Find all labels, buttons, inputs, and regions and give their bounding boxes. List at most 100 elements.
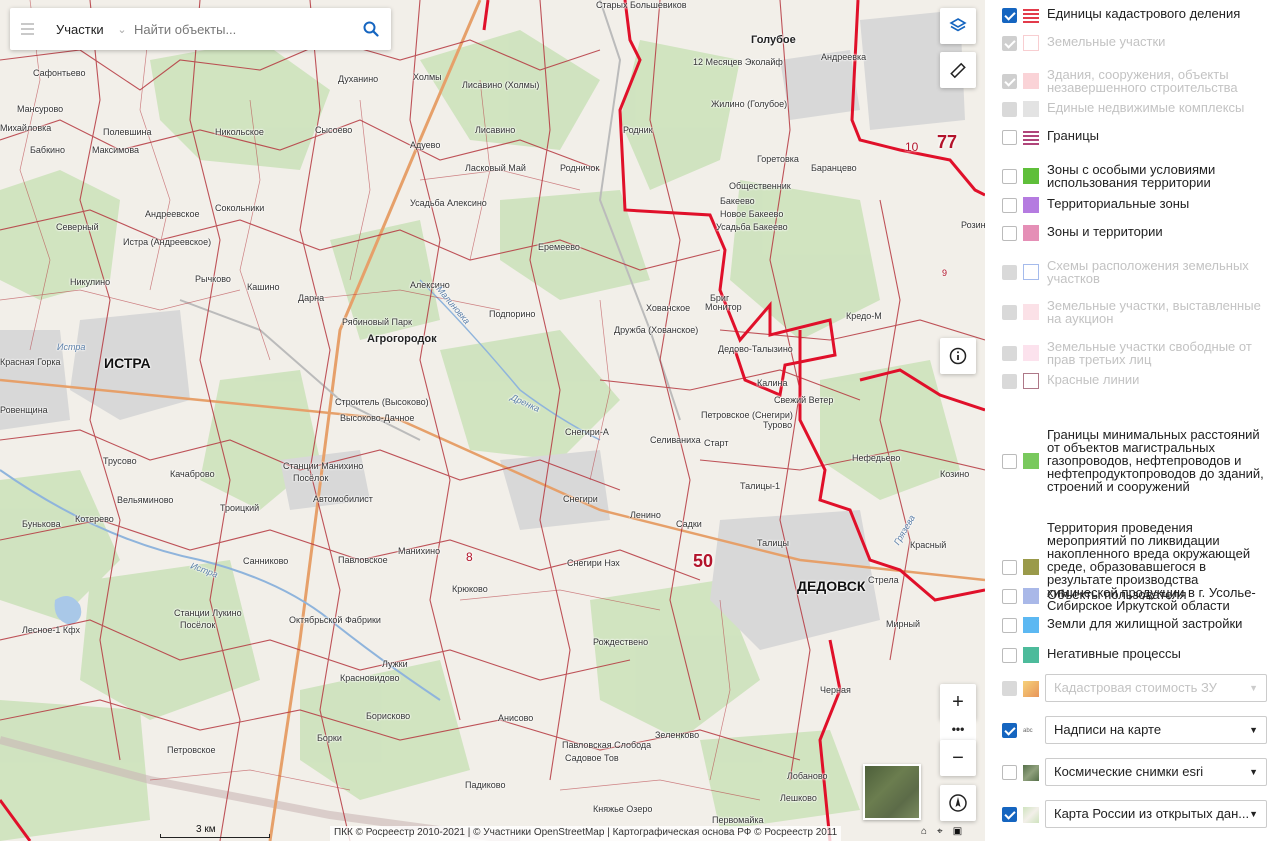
layer-row[interactable]: Единицы кадастрового деления	[985, 5, 1280, 25]
basemap-row[interactable]: abc Надписи на карте ▼	[985, 716, 1280, 746]
search-category-select[interactable]: Участки	[44, 22, 110, 37]
crosshair-icon[interactable]: ⌖	[937, 826, 943, 837]
map-label: Рычково	[195, 274, 231, 284]
layer-row[interactable]: Зоны с особыми условиями использования т…	[985, 161, 1280, 191]
layer-row[interactable]: Схемы расположения земельных участков	[985, 257, 1280, 287]
basemap-select[interactable]: Карта России из открытых дан... ▼	[1045, 800, 1267, 828]
map-label: Посёлок	[180, 620, 216, 630]
region-code-label: 77	[937, 132, 958, 152]
layer-row[interactable]: Границы минимальных расстояний от объект…	[985, 426, 1280, 496]
layer-legend-swatch	[1023, 168, 1039, 184]
basemap-checkbox[interactable]	[1002, 765, 1017, 780]
layer-row[interactable]: Территориальные зоны	[985, 195, 1280, 215]
layer-checkbox[interactable]	[1002, 129, 1017, 145]
map-label: Анисово	[498, 713, 534, 723]
basemap-row[interactable]: Кадастровая стоимость ЗУ ▼	[985, 674, 1280, 704]
map-label: Старт	[704, 438, 729, 448]
layer-legend-swatch	[1023, 129, 1039, 145]
layer-legend-swatch	[1023, 345, 1039, 361]
map-label: Кредо-М	[846, 311, 882, 321]
layer-legend-swatch	[1023, 373, 1039, 389]
layers-panel: Единицы кадастрового деления Земельные уч…	[985, 0, 1280, 841]
layer-label: Схемы расположения земельных участков	[1047, 258, 1249, 286]
city-label: ДЕДОВСК	[797, 578, 866, 594]
more-button[interactable]: •••	[940, 715, 976, 743]
map-label: Старых Большевиков	[596, 0, 687, 10]
zoom-out-button[interactable]: −	[940, 740, 976, 776]
dropdown-arrow-icon: ▼	[1249, 767, 1258, 777]
layer-legend-swatch	[1023, 559, 1039, 575]
layer-row[interactable]: Объекты пользователя	[985, 586, 1280, 606]
basemap-select-label: Надписи на карте	[1054, 722, 1162, 737]
layer-row[interactable]: Земельные участки, выставленные на аукци…	[985, 297, 1280, 327]
window-icon[interactable]: ▣	[953, 826, 962, 837]
map-label: Михайловка	[0, 123, 52, 133]
chevron-down-icon[interactable]: ⌄	[110, 23, 134, 36]
ruler-button[interactable]	[940, 52, 976, 88]
layer-legend-swatch	[1023, 588, 1039, 604]
layer-row[interactable]: Земельные участки	[985, 33, 1280, 53]
map-label: Свежий Ветер	[774, 395, 834, 405]
layer-label: Здания, сооружения, объекты незавершенно…	[1047, 67, 1238, 95]
layer-label: Земельные участки, выставленные на аукци…	[1047, 298, 1261, 326]
map-label: Октябрьской Фабрики	[289, 615, 381, 625]
basemap-select-label: Кадастровая стоимость ЗУ	[1054, 680, 1217, 695]
map-label: Северный	[56, 222, 99, 232]
layer-checkbox[interactable]	[1002, 197, 1017, 213]
map-label: Горетовка	[757, 154, 799, 164]
basemap-row[interactable]: Карта России из открытых дан... ▼	[985, 800, 1280, 830]
layer-row[interactable]: Зоны и территории	[985, 223, 1280, 243]
map-label: Борисково	[366, 711, 411, 721]
map-label: Ласковый Май	[465, 163, 526, 173]
map-label: Княжье Озеро	[593, 804, 653, 814]
map-label: Усадьба Алексино	[410, 198, 487, 208]
map-label: Монитор	[705, 302, 742, 312]
search-button[interactable]	[351, 8, 391, 50]
locate-button[interactable]	[940, 785, 976, 821]
basemap-checkbox[interactable]	[1002, 723, 1017, 738]
layer-checkbox[interactable]	[1002, 453, 1017, 469]
info-button[interactable]	[940, 338, 976, 374]
map-label: Сысоево	[315, 125, 353, 135]
map-label: Бабкино	[30, 145, 66, 155]
hamburger-menu-icon[interactable]	[10, 8, 44, 50]
layer-row[interactable]: Земельные участки свободные от прав трет…	[985, 338, 1280, 368]
attribution: ПКК © Росреестр 2010-2021 | © Участники …	[330, 826, 842, 841]
layer-row[interactable]: Единые недвижимые комплексы	[985, 99, 1280, 119]
home-icon[interactable]: ⌂	[921, 826, 927, 837]
basemap-row[interactable]: Космические снимки esri ▼	[985, 758, 1280, 788]
map-label: Андреевка	[821, 52, 867, 62]
layer-label: Границы минимальных расстояний от объект…	[1047, 427, 1264, 494]
basemap-checkbox[interactable]	[1002, 807, 1017, 822]
map-canvas[interactable]: Старых Большевиков Голубое 12 Месяцев Эк…	[0, 0, 985, 841]
region-code-label: 10	[905, 140, 919, 154]
map-label: Кашино	[247, 282, 280, 292]
layer-checkbox[interactable]	[1002, 617, 1017, 633]
layer-row[interactable]: Земли для жилищной застройки	[985, 615, 1280, 635]
layers-button[interactable]	[940, 8, 976, 44]
map-label: Борки	[317, 733, 342, 743]
map-label: Петровское (Снегири)	[701, 410, 793, 420]
map-label: Лужки	[382, 659, 408, 669]
satellite-minimap[interactable]	[863, 764, 921, 820]
layer-checkbox[interactable]	[1002, 7, 1017, 23]
layer-row[interactable]: Негативные процессы	[985, 645, 1280, 665]
layer-label: Земельные участки свободные от прав трет…	[1047, 339, 1252, 367]
layer-checkbox[interactable]	[1002, 225, 1017, 241]
map-label: Посёлок	[293, 473, 329, 483]
basemap-select: Кадастровая стоимость ЗУ ▼	[1045, 674, 1267, 702]
layer-checkbox[interactable]	[1002, 588, 1017, 604]
basemap-select[interactable]: Надписи на карте ▼	[1045, 716, 1267, 744]
layer-checkbox[interactable]	[1002, 559, 1017, 575]
search-input[interactable]	[134, 14, 351, 44]
river-label: Истра	[57, 342, 86, 352]
layer-row[interactable]: Границы	[985, 127, 1280, 147]
layer-row[interactable]: Здания, сооружения, объекты незавершенно…	[985, 66, 1280, 96]
layer-row[interactable]: Красные линии	[985, 371, 1280, 391]
layer-checkbox[interactable]	[1002, 168, 1017, 184]
region-code-label: 8	[466, 550, 473, 564]
layer-label: Объекты пользователя	[1047, 587, 1187, 602]
basemap-select[interactable]: Космические снимки esri ▼	[1045, 758, 1267, 786]
layer-checkbox[interactable]	[1002, 647, 1017, 663]
map-label: Жилино (Голубое)	[711, 99, 788, 109]
